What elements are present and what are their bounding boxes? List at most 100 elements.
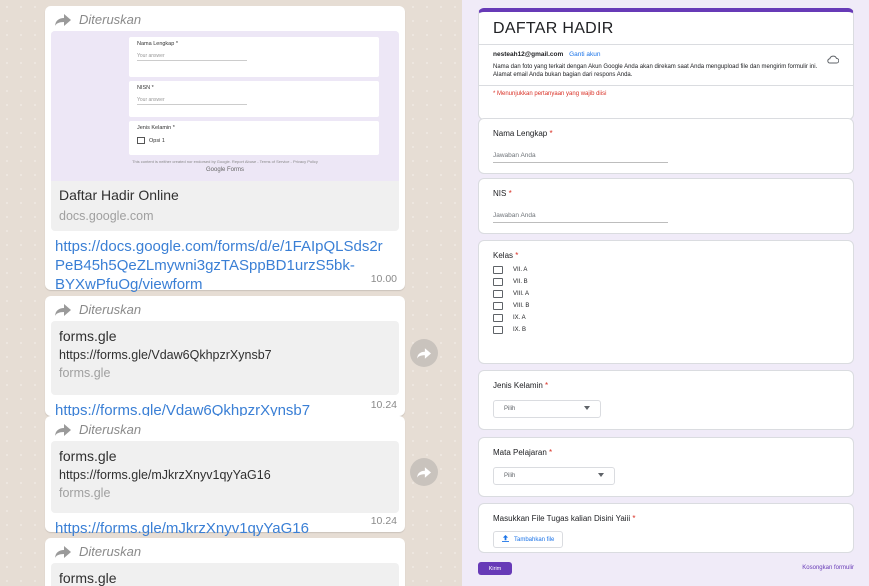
- forwarded-label: Diteruskan: [79, 12, 142, 27]
- question-label: Masukkan File Tugas kalian Disini Yaiii …: [493, 514, 839, 523]
- required-asterisk: *: [508, 189, 512, 198]
- forward-arrow-icon: [55, 545, 71, 558]
- checkbox[interactable]: [493, 302, 503, 310]
- question-text: Kelas: [493, 251, 514, 260]
- option-label: IX. B: [513, 327, 527, 333]
- preview-url: https://forms.gle/mJkrzXnyv1qyYaG16: [59, 468, 271, 482]
- option-label: VII. A: [513, 267, 528, 273]
- thumb-option-label: Opsi 1: [149, 137, 165, 144]
- forwarded-message[interactable]: Diteruskan forms.gle: [45, 538, 405, 586]
- share-arrow-icon: [417, 347, 431, 359]
- thumb-footer: This content is neither created nor endo…: [132, 159, 318, 164]
- account-line: nesteah12@gmail.com Ganti akun: [493, 51, 839, 58]
- question-label: Kelas *: [493, 251, 839, 260]
- preview-title: Daftar Hadir Online: [59, 187, 179, 203]
- checkbox[interactable]: [493, 278, 503, 286]
- message-link[interactable]: https://docs.google.com/forms/d/e/1FAIpQ…: [45, 237, 405, 294]
- thumb-brand: Google Forms: [205, 167, 244, 173]
- question-text: Jenis Kelamin: [493, 381, 543, 390]
- required-note: * Menunjukkan pertanyaan yang wajib diis…: [479, 85, 853, 102]
- message-time: 10.24: [370, 399, 397, 411]
- preview-title: forms.gle: [59, 328, 117, 344]
- forwarded-message[interactable]: Diteruskan forms.gle https://forms.gle/V…: [45, 296, 405, 419]
- forwarded-message[interactable]: Diteruskan Nama Lengkap * Your answer NI…: [45, 6, 405, 293]
- submit-button[interactable]: Kirim: [478, 562, 512, 575]
- jenis-kelamin-select[interactable]: Pilih: [493, 400, 601, 418]
- question-nama-lengkap: Nama Lengkap * Jawaban Anda: [478, 118, 854, 174]
- dropdown-arrow-icon: [598, 473, 604, 479]
- upload-icon: [502, 535, 509, 544]
- option-label: IX. A: [513, 315, 526, 321]
- forwarded-header: Diteruskan: [45, 6, 405, 31]
- nama-lengkap-input[interactable]: Jawaban Anda: [493, 152, 668, 163]
- question-text: Mata Pelajaran: [493, 448, 547, 457]
- forward-share-button[interactable]: [410, 458, 438, 486]
- thumb-answer: Your answer: [137, 97, 247, 105]
- forward-arrow-icon: [55, 303, 71, 316]
- forward-arrow-icon: [55, 13, 71, 26]
- question-file-upload: Masukkan File Tugas kalian Disini Yaiii …: [478, 503, 854, 553]
- form-header-card: DAFTAR HADIR nesteah12@gmail.com Ganti a…: [478, 8, 854, 120]
- thumb-question: NISN * Your answer: [129, 81, 379, 117]
- forwarded-header: Diteruskan: [45, 538, 405, 563]
- kelas-option[interactable]: VII. A: [493, 264, 839, 276]
- question-label: Nama Lengkap *: [493, 129, 839, 138]
- preview-domain: docs.google.com: [59, 209, 154, 223]
- question-label: NIS *: [493, 189, 839, 198]
- checkbox[interactable]: [493, 326, 503, 334]
- option-label: VII. B: [513, 279, 528, 285]
- required-asterisk: *: [545, 381, 549, 390]
- select-value: Pilih: [504, 473, 516, 479]
- question-mata-pelajaran: Mata Pelajaran * Pilih: [478, 437, 854, 497]
- required-asterisk: *: [632, 514, 636, 523]
- link-line[interactable]: BYXwPfuOg/viewform: [45, 275, 405, 294]
- thumb-question: Jenis Kelamin * Opsi 1: [129, 121, 379, 155]
- thumb-question-label: Jenis Kelamin *: [137, 125, 175, 131]
- thumb-option: Opsi 1: [137, 137, 371, 144]
- checkbox[interactable]: [493, 266, 503, 274]
- question-nis: NIS * Jawaban Anda: [478, 178, 854, 234]
- checkbox[interactable]: [493, 290, 503, 298]
- link-line[interactable]: https://docs.google.com/forms/d/e/1FAIpQ…: [45, 237, 405, 256]
- form-title: DAFTAR HADIR: [493, 20, 614, 37]
- kelas-option[interactable]: IX. A: [493, 312, 839, 324]
- link-preview[interactable]: forms.gle: [51, 563, 399, 586]
- option-label: VIII. B: [513, 303, 530, 309]
- preview-title: forms.gle: [59, 570, 117, 586]
- add-file-button[interactable]: Tambahkan file: [493, 531, 564, 548]
- question-jenis-kelamin: Jenis Kelamin * Pilih: [478, 370, 854, 430]
- link-preview[interactable]: Nama Lengkap * Your answer NISN * Your a…: [51, 31, 399, 231]
- switch-account-link[interactable]: Ganti akun: [569, 51, 600, 58]
- google-form: DAFTAR HADIR nesteah12@gmail.com Ganti a…: [462, 0, 869, 586]
- mata-pelajaran-select[interactable]: Pilih: [493, 467, 615, 485]
- message-link[interactable]: https://forms.gle/mJkrzXnyv1qyYaG16: [45, 519, 405, 538]
- preview-title: forms.gle: [59, 448, 117, 464]
- thumb-question-label: Nama Lengkap *: [137, 41, 178, 47]
- kelas-option[interactable]: VIII. A: [493, 288, 839, 300]
- dropdown-arrow-icon: [584, 406, 590, 412]
- option-label: VIII. A: [513, 291, 530, 297]
- required-asterisk: *: [515, 251, 519, 260]
- kelas-option[interactable]: IX. B: [493, 324, 839, 336]
- forwarded-message[interactable]: Diteruskan forms.gle https://forms.gle/m…: [45, 416, 405, 537]
- kelas-option[interactable]: VII. B: [493, 276, 839, 288]
- link-preview[interactable]: forms.gle https://forms.gle/Vdaw6QkhpzrX…: [51, 321, 399, 395]
- link-line[interactable]: PeB45h5QeZLmywni3gzTASppBD1urzS5bk-: [45, 256, 405, 275]
- forwarded-label: Diteruskan: [79, 422, 142, 437]
- forward-arrow-icon: [55, 423, 71, 436]
- checkbox[interactable]: [493, 314, 503, 322]
- message-time: 10.24: [370, 515, 397, 527]
- forward-share-button[interactable]: [410, 339, 438, 367]
- nis-input[interactable]: Jawaban Anda: [493, 212, 668, 223]
- privacy-notice: Nama dan foto yang terkait dengan Akun G…: [493, 64, 818, 78]
- link-preview[interactable]: forms.gle https://forms.gle/mJkrzXnyv1qy…: [51, 441, 399, 513]
- question-text: Masukkan File Tugas kalian Disini Yaiii: [493, 514, 631, 523]
- clear-form-link[interactable]: Kosongkan formulir: [802, 565, 854, 571]
- forwarded-label: Diteruskan: [79, 544, 142, 559]
- message-time: 10.00: [370, 273, 397, 285]
- required-asterisk: *: [549, 448, 553, 457]
- question-label: Jenis Kelamin *: [493, 381, 839, 390]
- form-thumbnail: Nama Lengkap * Your answer NISN * Your a…: [51, 31, 399, 181]
- add-file-label: Tambahkan file: [514, 536, 555, 543]
- kelas-option[interactable]: VIII. B: [493, 300, 839, 312]
